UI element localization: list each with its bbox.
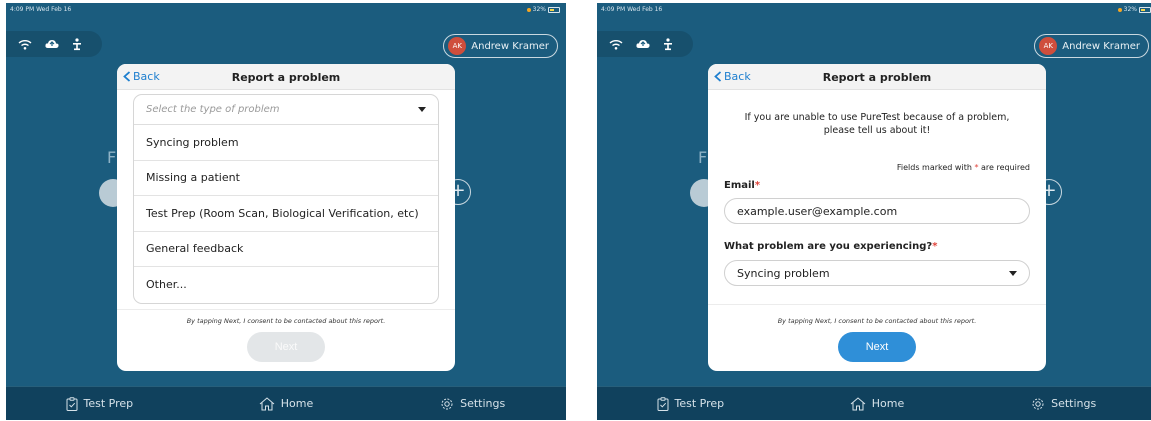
ipad-screen-left: 4:09 PM Wed Feb 16 32% AK Andrew Kramer … [6,3,566,420]
dropdown-placeholder: Select the type of problem [146,104,280,115]
connection-status-pill[interactable] [597,31,693,57]
status-time: 4:09 PM Wed Feb 16 [601,6,663,13]
dropdown-option-general-feedback[interactable]: General feedback [134,232,438,267]
bottom-tab-bar: Test Prep Home Settings [597,387,1151,420]
tab-label: Settings [1051,397,1097,410]
problem-label-text: What problem are you experiencing? [724,241,933,252]
home-icon [850,396,866,410]
report-problem-modal: Back Report a problem Select the type of… [117,64,455,371]
modal-header: Back Report a problem [708,64,1046,90]
wifi-icon [18,39,32,50]
consent-text: By tapping Next, I consent to be contact… [186,317,386,325]
required-star: * [754,180,761,191]
tab-home[interactable]: Home [784,387,971,420]
tab-test-prep[interactable]: Test Prep [6,387,193,420]
connection-status-pill[interactable] [6,31,102,57]
email-label: Email* [724,180,760,191]
email-value: example.user@example.com [737,204,898,218]
cloud-sync-icon [45,40,59,48]
problem-type-dropdown[interactable]: Select the type of problem Syncing probl… [133,94,439,304]
caret-down-icon [1009,270,1017,276]
status-time: 4:09 PM Wed Feb 16 [10,6,72,13]
required-note-prefix: Fields marked with [896,163,972,172]
background-heading-fragment: F [698,148,708,167]
problem-label: What problem are you experiencing?* [724,241,937,252]
clipboard-check-icon [657,396,669,411]
dropdown-option-missing-patient[interactable]: Missing a patient [134,161,438,196]
modal-title: Report a problem [822,71,932,84]
divider [117,309,455,310]
required-star: * [974,163,979,172]
report-problem-modal: Back Report a problem If you are unable … [708,64,1046,371]
tab-label: Test Prep [674,397,725,410]
modal-title: Report a problem [231,71,341,84]
wifi-icon [609,39,623,50]
cloud-sync-icon [636,40,650,48]
tab-label: Settings [460,397,506,410]
home-icon [259,396,275,410]
tab-settings[interactable]: Settings [379,387,566,420]
tab-label: Home [871,397,905,410]
background-heading-fragment: F [107,148,117,167]
tab-settings[interactable]: Settings [970,387,1151,420]
battery-icon [1139,6,1151,13]
user-account-button[interactable]: AK Andrew Kramer [443,34,558,58]
modal-header: Back Report a problem [117,64,455,90]
battery-percent: 32% [1123,6,1137,13]
required-fields-note: Fields marked with * are required [897,163,1030,172]
avatar: AK [1039,37,1058,55]
problem-type-select[interactable]: Syncing problem [724,260,1030,286]
next-button[interactable]: Next [838,332,916,362]
bluetooth-device-icon [73,37,81,50]
ipad-screen-right: 4:09 PM Wed Feb 16 32% AK Andrew Kramer … [597,3,1151,420]
dropdown-option-other[interactable]: Other... [134,267,438,303]
tab-label: Test Prep [83,397,134,410]
caret-down-icon [418,107,426,112]
user-name: Andrew Kramer [471,40,549,52]
tab-label: Home [280,397,314,410]
status-indicators: 32% [526,6,560,13]
dropdown-header[interactable]: Select the type of problem [134,95,438,125]
orange-dot-icon [1117,7,1122,12]
intro-text: If you are unable to use PureTest becaus… [744,112,1010,136]
battery-percent: 32% [532,6,546,13]
divider [708,304,1046,305]
battery-icon [548,6,560,13]
status-bar: 4:09 PM Wed Feb 16 32% [6,3,566,17]
next-button-disabled[interactable]: Next [247,332,325,362]
tab-test-prep[interactable]: Test Prep [597,387,784,420]
status-indicators: 32% [1117,6,1151,13]
email-field[interactable]: example.user@example.com [724,198,1030,224]
bottom-tab-bar: Test Prep Home Settings [6,387,566,420]
consent-text: By tapping Next, I consent to be contact… [777,317,977,325]
bluetooth-device-icon [664,37,672,50]
problem-select-value: Syncing problem [737,266,830,280]
status-bar: 4:09 PM Wed Feb 16 32% [597,3,1151,17]
user-name: Andrew Kramer [1062,40,1140,52]
user-account-button[interactable]: AK Andrew Kramer [1034,34,1149,58]
orange-dot-icon [526,7,531,12]
required-star: * [932,241,938,252]
clipboard-check-icon [66,396,78,411]
email-label-text: Email [724,180,755,191]
gear-icon [1032,398,1044,409]
tab-home[interactable]: Home [193,387,380,420]
dropdown-option-test-prep[interactable]: Test Prep (Room Scan, Biological Verific… [134,196,438,232]
avatar: AK [448,37,467,55]
gear-icon [441,398,453,409]
required-note-suffix: are required [981,163,1030,172]
dropdown-option-syncing[interactable]: Syncing problem [134,125,438,161]
